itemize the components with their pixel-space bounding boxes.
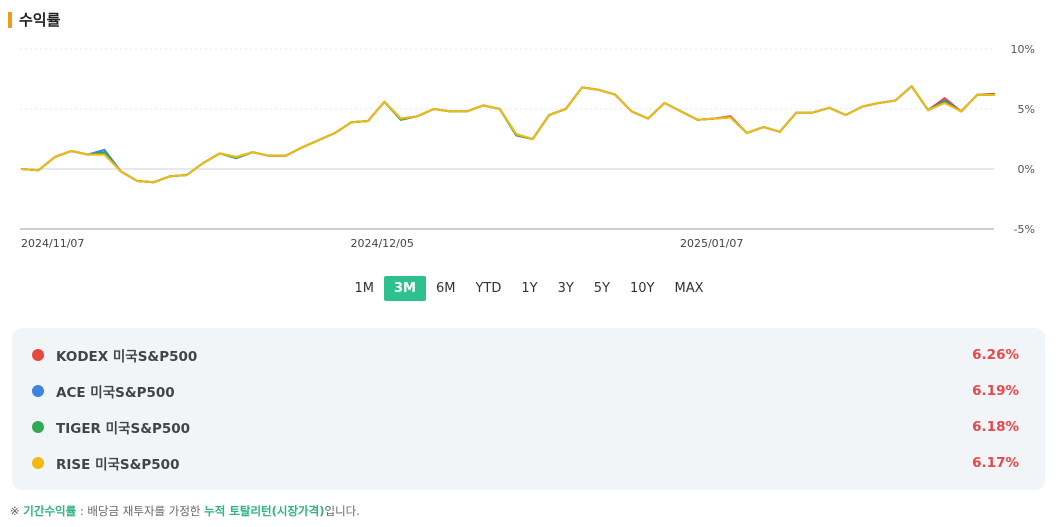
y-tick-label: 0% — [1018, 163, 1035, 176]
series-line-rise — [21, 85, 995, 184]
legend-return-value: 6.17% — [972, 455, 1019, 471]
footnote-suffix: 입니다. — [324, 504, 360, 518]
x-tick-label: 2024/12/05 — [350, 237, 413, 250]
period-button-10y[interactable]: 10Y — [620, 276, 664, 301]
legend-return-value: 6.18% — [972, 419, 1019, 435]
legend-fund-name: KODEX 미국S&P500 — [56, 349, 198, 365]
returns-line-chart[interactable]: 10% 5% 0% -5% 2024/11/07 2024/12/05 2025/01/07 — [0, 0, 1058, 270]
y-tick-label: 5% — [1018, 103, 1035, 116]
period-button-5y[interactable]: 5Y — [584, 276, 620, 301]
legend-return-value: 6.19% — [972, 383, 1019, 399]
legend-item[interactable]: RISE 미국S&P500 6.17% — [12, 453, 1045, 473]
x-tick-label: 2024/11/07 — [21, 237, 84, 250]
series-line-ace — [21, 85, 995, 184]
y-tick-label: 10% — [1011, 43, 1035, 56]
period-button-3m[interactable]: 3M — [383, 276, 426, 301]
footnote-term: 기간수익률 — [23, 504, 77, 518]
legend-color-dot — [32, 349, 44, 361]
series-line-kodex — [21, 85, 995, 184]
series-line-tiger — [21, 85, 995, 184]
footnote: ※ 기간수익률 : 배당금 재투자를 가정한 누적 토탈리턴(시장가격)입니다. — [10, 503, 360, 519]
legend-item[interactable]: KODEX 미국S&P500 6.26% — [12, 345, 1045, 365]
footnote-prefix: ※ — [10, 504, 24, 518]
legend-fund-name: RISE 미국S&P500 — [56, 457, 180, 473]
legend-item[interactable]: ACE 미국S&P500 6.19% — [12, 381, 1045, 401]
legend-color-dot — [32, 457, 44, 469]
legend-item[interactable]: TIGER 미국S&P500 6.18% — [12, 417, 1045, 437]
period-selector: 1M 3M 6M YTD 1Y 3Y 5Y 10Y MAX — [0, 276, 1058, 301]
legend-return-value: 6.26% — [972, 347, 1019, 363]
legend-color-dot — [32, 385, 44, 397]
period-button-1m[interactable]: 1M — [344, 276, 384, 301]
x-tick-label: 2025/01/07 — [680, 237, 743, 250]
period-button-max[interactable]: MAX — [665, 276, 714, 301]
period-button-ytd[interactable]: YTD — [465, 276, 511, 301]
period-button-1y[interactable]: 1Y — [511, 276, 547, 301]
legend-color-dot — [32, 421, 44, 433]
footnote-highlight: 누적 토탈리턴(시장가격) — [204, 504, 325, 518]
period-button-6m[interactable]: 6M — [426, 276, 466, 301]
legend-fund-name: ACE 미국S&P500 — [56, 385, 175, 401]
y-tick-label: -5% — [1014, 223, 1035, 236]
period-button-3y[interactable]: 3Y — [548, 276, 584, 301]
footnote-middle: : 배당금 재투자를 가정한 — [76, 504, 205, 518]
legend-fund-name: TIGER 미국S&P500 — [56, 421, 191, 437]
legend-panel: KODEX 미국S&P500 6.26% ACE 미국S&P500 6.19% TIGE… — [12, 328, 1045, 490]
